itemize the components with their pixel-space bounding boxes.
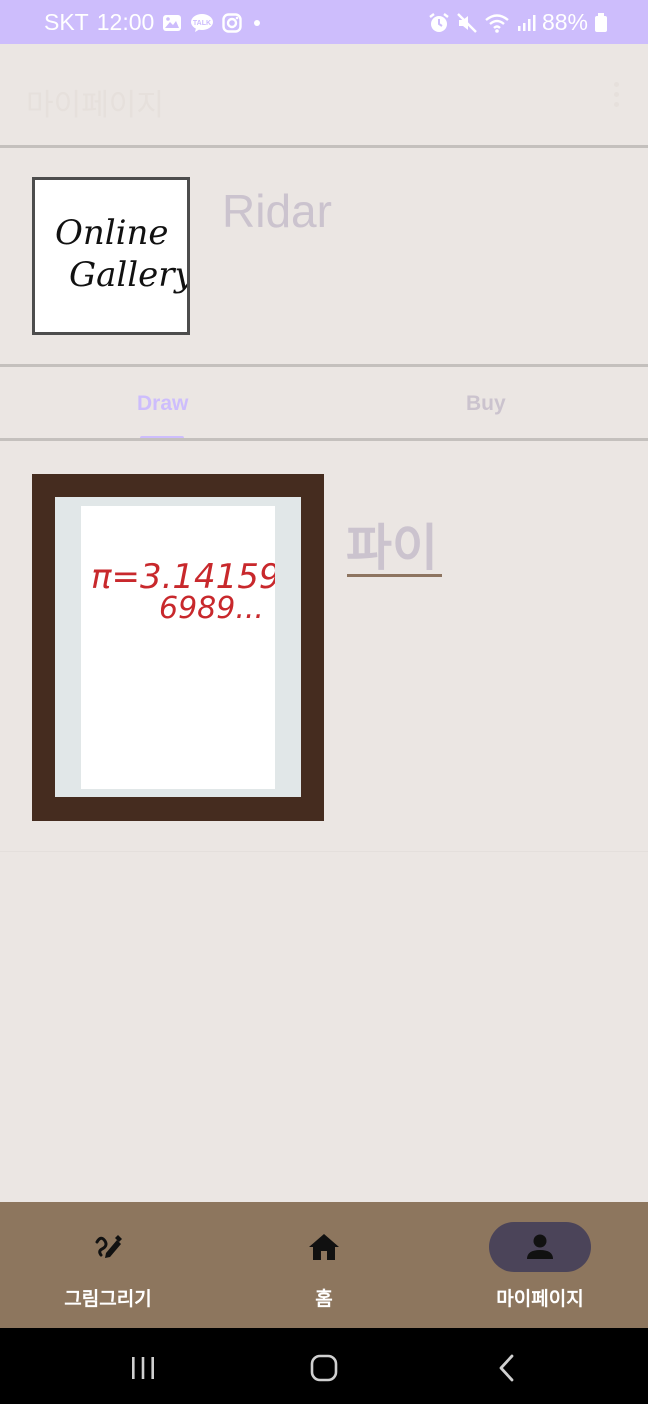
system-nav-bar xyxy=(0,1328,648,1404)
nav-item-draw[interactable]: 그림그리기 xyxy=(0,1202,216,1328)
alarm-icon xyxy=(428,12,450,34)
mute-icon xyxy=(456,12,478,34)
nav-label-mypage: 마이페이지 xyxy=(496,1288,584,1310)
status-right: 88% xyxy=(428,9,608,36)
dot-icon xyxy=(250,18,264,28)
carrier-label: SKT xyxy=(44,9,89,35)
drawing-line2: 6989... xyxy=(159,591,264,626)
instagram-icon xyxy=(222,12,242,33)
talk-icon: TALK xyxy=(190,13,214,33)
page-title: 마이페이지 xyxy=(26,88,164,123)
status-left: SKT 12:00 TALK xyxy=(44,9,264,36)
signal-icon xyxy=(516,13,536,33)
wifi-icon xyxy=(484,12,510,34)
tab-draw[interactable]: Draw xyxy=(137,392,188,416)
bottom-nav: 그림그리기 홈 마이페이지 xyxy=(0,1202,648,1328)
home-icon xyxy=(307,1230,341,1264)
artwork-frame[interactable]: π=3.14159 6989... xyxy=(32,474,324,821)
svg-text:TALK: TALK xyxy=(193,20,211,27)
nav-label-draw: 그림그리기 xyxy=(64,1288,152,1310)
more-vert-icon[interactable] xyxy=(612,82,620,110)
profile-divider xyxy=(0,364,648,367)
tabs-divider xyxy=(0,438,648,441)
nav-label-home: 홈 xyxy=(315,1288,333,1310)
online-gallery-logo: Online Gallery xyxy=(55,213,195,295)
nav-item-mypage[interactable]: 마이페이지 xyxy=(432,1202,648,1328)
draw-icon xyxy=(91,1230,125,1264)
username: Ridar xyxy=(222,185,332,237)
logo-line2: Gallery xyxy=(69,255,187,295)
gallery-icon xyxy=(162,14,182,32)
status-bar: SKT 12:00 TALK 88% xyxy=(0,0,648,44)
artwork-title-underline xyxy=(347,574,442,577)
profile-avatar: Online Gallery xyxy=(32,177,195,335)
artwork-drawing: π=3.14159 6989... xyxy=(91,557,281,626)
artwork-canvas: π=3.14159 6989... xyxy=(81,506,281,789)
app-bar: 마이페이지 xyxy=(0,44,648,146)
artwork-title[interactable]: 파이 xyxy=(346,508,438,580)
battery-label: 88% xyxy=(541,9,588,35)
artwork-mat: π=3.14159 6989... xyxy=(55,497,301,797)
nav-item-home[interactable]: 홈 xyxy=(216,1202,432,1328)
home-button-icon[interactable] xyxy=(304,1348,344,1388)
logo-line1: Online xyxy=(55,213,169,253)
time-label: 12:00 xyxy=(96,9,155,35)
recents-icon[interactable] xyxy=(123,1348,163,1388)
battery-icon xyxy=(594,12,608,33)
tab-buy[interactable]: Buy xyxy=(466,392,506,416)
back-icon[interactable] xyxy=(487,1348,527,1388)
app-bar-divider xyxy=(0,145,648,148)
person-icon xyxy=(523,1230,557,1264)
